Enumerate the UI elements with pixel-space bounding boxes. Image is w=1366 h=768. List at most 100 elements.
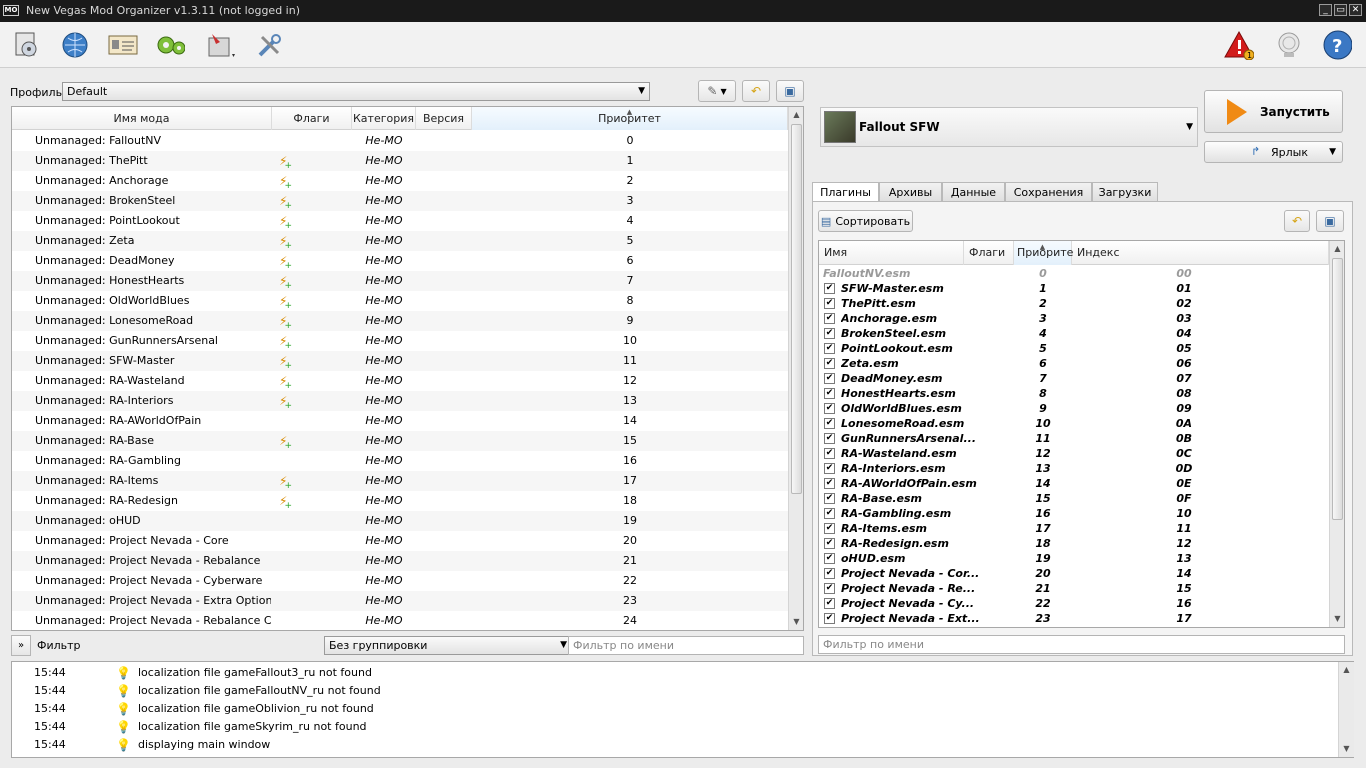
restore-backup-button[interactable]: ↶ — [742, 80, 770, 102]
table-row[interactable]: Unmanaged: oHUD Не-МО 19 — [12, 511, 788, 531]
table-row[interactable]: Unmanaged: LonesomeRoad ⚡+ Не-МО 9 — [12, 311, 788, 331]
table-row[interactable]: ✔ GunRunnersArsenal... 11 0B — [819, 431, 1329, 446]
table-row[interactable]: Unmanaged: HonestHearts ⚡+ Не-МО 7 — [12, 271, 788, 291]
table-row[interactable]: Unmanaged: PointLookout ⚡+ Не-МО 4 — [12, 211, 788, 231]
table-row[interactable]: Unmanaged: DeadMoney ⚡+ Не-МО 6 — [12, 251, 788, 271]
minimize-button[interactable]: _ — [1319, 4, 1332, 16]
plugin-checkbox[interactable]: ✔ — [824, 298, 835, 309]
plugins-backup-button[interactable]: ▣ — [1316, 210, 1344, 232]
install-mod-icon[interactable] — [12, 30, 42, 60]
plugin-checkbox[interactable]: ✔ — [824, 523, 835, 534]
scroll-down-arrow-icon[interactable]: ▼ — [1330, 611, 1344, 627]
tab-archives[interactable]: Архивы — [879, 182, 942, 202]
plugin-checkbox[interactable]: ✔ — [824, 463, 835, 474]
mod-actions-button[interactable]: ✎ ▼ — [698, 80, 736, 102]
plugin-checkbox[interactable]: ✔ — [824, 373, 835, 384]
scroll-up-arrow-icon[interactable]: ▲ — [1339, 662, 1354, 678]
run-button[interactable]: Запустить — [1204, 90, 1343, 133]
grouping-select[interactable]: Без группировки ▼ — [324, 636, 572, 655]
profiles-icon[interactable] — [108, 30, 138, 60]
table-row[interactable]: ✔ SFW-Master.esm 1 01 — [819, 281, 1329, 296]
plugin-list[interactable]: Имя Флаги ▲ Приорите Индекс FalloutNV.es… — [818, 240, 1345, 628]
table-row[interactable]: Unmanaged: GunRunnersArsenal ⚡+ Не-МО 10 — [12, 331, 788, 351]
table-row[interactable]: Unmanaged: ThePitt ⚡+ Не-МО 1 — [12, 151, 788, 171]
table-row[interactable]: ✔ Anchorage.esm 3 03 — [819, 311, 1329, 326]
sort-plugins-button[interactable]: ▤ Сортировать — [818, 210, 913, 232]
plugin-checkbox[interactable]: ✔ — [824, 418, 835, 429]
mod-list[interactable]: Имя мода Флаги Категория Версия ▲ Приори… — [11, 106, 804, 631]
table-row[interactable]: Unmanaged: RA-Items ⚡+ Не-МО 17 — [12, 471, 788, 491]
column-category[interactable]: Категория — [352, 107, 416, 130]
table-row[interactable]: ✔ OldWorldBlues.esm 9 09 — [819, 401, 1329, 416]
table-row[interactable]: ✔ RA-Wasteland.esm 12 0C — [819, 446, 1329, 461]
table-row[interactable]: ✔ LonesomeRoad.esm 10 0A — [819, 416, 1329, 431]
plugin-checkbox[interactable]: ✔ — [824, 283, 835, 294]
tools-icon[interactable] — [206, 30, 236, 60]
table-row[interactable]: ✔ Project Nevada - Cy... 22 16 — [819, 596, 1329, 611]
plugin-checkbox[interactable]: ✔ — [824, 493, 835, 504]
table-row[interactable]: ✔ ThePitt.esm 2 02 — [819, 296, 1329, 311]
plugin-name-filter-input[interactable]: Фильтр по имени — [818, 635, 1345, 654]
create-backup-button[interactable]: ▣ — [776, 80, 804, 102]
plugin-checkbox[interactable]: ✔ — [824, 328, 835, 339]
table-row[interactable]: Unmanaged: RA-Gambling Не-МО 16 — [12, 451, 788, 471]
tab-plugins[interactable]: Плагины — [812, 182, 879, 203]
plugins-restore-button[interactable]: ↶ — [1284, 210, 1310, 232]
table-row[interactable]: Unmanaged: Project Nevada - Core Не-МО 20 — [12, 531, 788, 551]
tab-saves[interactable]: Сохранения — [1005, 182, 1092, 202]
table-row[interactable]: FalloutNV.esm 0 00 — [819, 266, 1329, 281]
executables-icon[interactable] — [155, 30, 185, 60]
plugin-checkbox[interactable]: ✔ — [824, 403, 835, 414]
table-row[interactable]: ✔ BrokenSteel.esm 4 04 — [819, 326, 1329, 341]
plugin-checkbox[interactable]: ✔ — [824, 568, 835, 579]
plugin-checkbox[interactable]: ✔ — [824, 343, 835, 354]
plugin-checkbox[interactable]: ✔ — [824, 553, 835, 564]
column-mod-name[interactable]: Имя мода — [12, 107, 272, 130]
plugin-checkbox[interactable]: ✔ — [824, 448, 835, 459]
tab-data[interactable]: Данные — [942, 182, 1005, 202]
column-flags[interactable]: Флаги — [272, 107, 352, 130]
table-row[interactable]: Unmanaged: Anchorage ⚡+ Не-МО 2 — [12, 171, 788, 191]
table-row[interactable]: Unmanaged: Project Nevada - Extra Option… — [12, 591, 788, 611]
table-row[interactable]: Unmanaged: FalloutNV Не-МО 0 — [12, 131, 788, 151]
problems-icon[interactable]: 1 — [1224, 30, 1254, 60]
log-scrollbar[interactable]: ▲ ▼ — [1338, 662, 1354, 757]
plugin-checkbox[interactable]: ✔ — [824, 613, 835, 624]
table-row[interactable]: Unmanaged: Project Nevada - Rebalance C.… — [12, 611, 788, 630]
table-row[interactable]: ✔ HonestHearts.esm 8 08 — [819, 386, 1329, 401]
table-row[interactable]: ✔ PointLookout.esm 5 05 — [819, 341, 1329, 356]
plugin-checkbox[interactable]: ✔ — [824, 583, 835, 594]
scroll-up-arrow-icon[interactable]: ▲ — [789, 107, 803, 123]
mod-name-filter-input[interactable]: Фильтр по имени — [568, 636, 804, 655]
scroll-thumb[interactable] — [791, 124, 802, 494]
plugin-checkbox[interactable]: ✔ — [824, 313, 835, 324]
mod-list-scrollbar[interactable]: ▲ ▼ — [788, 107, 803, 630]
table-row[interactable]: ✔ Zeta.esm 6 06 — [819, 356, 1329, 371]
table-row[interactable]: ✔ RA-AWorldOfPain.esm 14 0E — [819, 476, 1329, 491]
column-plugin-flags[interactable]: Флаги — [964, 241, 1014, 265]
tab-downloads[interactable]: Загрузки — [1092, 182, 1158, 202]
table-row[interactable]: ✔ DeadMoney.esm 7 07 — [819, 371, 1329, 386]
table-row[interactable]: Unmanaged: RA-Base ⚡+ Не-МО 15 — [12, 431, 788, 451]
table-row[interactable]: Unmanaged: Zeta ⚡+ Не-МО 5 — [12, 231, 788, 251]
table-row[interactable]: Unmanaged: RA-AWorldOfPain Не-МО 14 — [12, 411, 788, 431]
table-row[interactable]: Unmanaged: Project Nevada - Rebalance Не-… — [12, 551, 788, 571]
filter-toggle-button[interactable]: » — [11, 635, 31, 656]
scroll-up-arrow-icon[interactable]: ▲ — [1330, 241, 1344, 257]
table-row[interactable]: Unmanaged: Project Nevada - Cyberware Не-… — [12, 571, 788, 591]
plugin-checkbox[interactable]: ✔ — [824, 478, 835, 489]
profile-select[interactable]: Default ▼ — [62, 82, 650, 101]
table-row[interactable]: ✔ Project Nevada - Cor... 20 14 — [819, 566, 1329, 581]
scroll-down-arrow-icon[interactable]: ▼ — [1339, 741, 1354, 757]
table-row[interactable]: Unmanaged: BrokenSteel ⚡+ Не-МО 3 — [12, 191, 788, 211]
column-version[interactable]: Версия — [416, 107, 472, 130]
table-row[interactable]: ✔ oHUD.esm 19 13 — [819, 551, 1329, 566]
table-row[interactable]: Unmanaged: RA-Interiors ⚡+ Не-МО 13 — [12, 391, 788, 411]
plugin-checkbox[interactable]: ✔ — [824, 358, 835, 369]
column-plugin-priority[interactable]: ▲ Приорите — [1014, 241, 1073, 265]
table-row[interactable]: ✔ RA-Gambling.esm 16 10 — [819, 506, 1329, 521]
column-priority[interactable]: ▲ Приоритет — [472, 107, 788, 130]
table-row[interactable]: ✔ Project Nevada - Ext... 23 17 — [819, 611, 1329, 626]
plugin-checkbox[interactable]: ✔ — [824, 388, 835, 399]
table-row[interactable]: ✔ Project Nevada - Re... 21 15 — [819, 581, 1329, 596]
